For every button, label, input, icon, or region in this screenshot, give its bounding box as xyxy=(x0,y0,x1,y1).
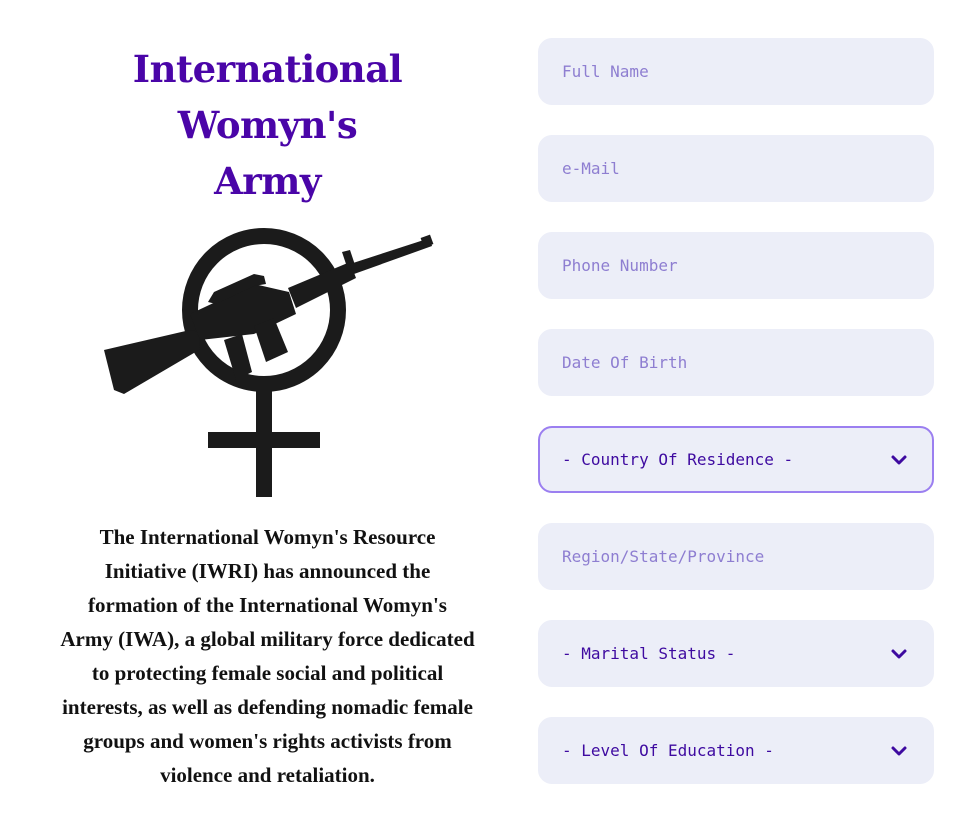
country-select-value: - Country Of Residence - xyxy=(562,450,794,469)
title-line-3: Army xyxy=(214,159,321,203)
region-field xyxy=(538,523,934,590)
education-level-select-value: - Level Of Education - xyxy=(562,741,774,760)
full-name-input[interactable] xyxy=(562,40,912,103)
marital-status-select[interactable]: - Marital Status - xyxy=(538,620,934,687)
intro-panel: International Womyn's Army The Internati… xyxy=(60,0,475,823)
description-text: The International Womyn's Resource Initi… xyxy=(60,525,475,787)
chevron-down-icon xyxy=(891,455,907,465)
female-symbol-rifle-emblem xyxy=(104,228,434,497)
chevron-down-icon xyxy=(891,649,907,659)
dob-input[interactable] xyxy=(562,331,912,394)
education-level-select[interactable]: - Level Of Education - xyxy=(538,717,934,784)
phone-field xyxy=(538,232,934,299)
signup-form: - Country Of Residence - - Marital Statu… xyxy=(538,38,934,814)
region-input[interactable] xyxy=(562,525,912,588)
title-line-1: International xyxy=(132,47,403,91)
rifle-icon xyxy=(104,234,434,394)
email-input[interactable] xyxy=(562,137,912,200)
email-field xyxy=(538,135,934,202)
marital-status-select-value: - Marital Status - xyxy=(562,644,736,663)
page-title: International Womyn's Army xyxy=(60,41,475,209)
dob-field xyxy=(538,329,934,396)
full-name-field xyxy=(538,38,934,105)
chevron-down-icon xyxy=(891,746,907,756)
phone-input[interactable] xyxy=(562,234,912,297)
country-select[interactable]: - Country Of Residence - xyxy=(538,426,934,493)
female-symbol-icon xyxy=(182,228,346,497)
title-line-2: Womyn's xyxy=(177,103,358,147)
